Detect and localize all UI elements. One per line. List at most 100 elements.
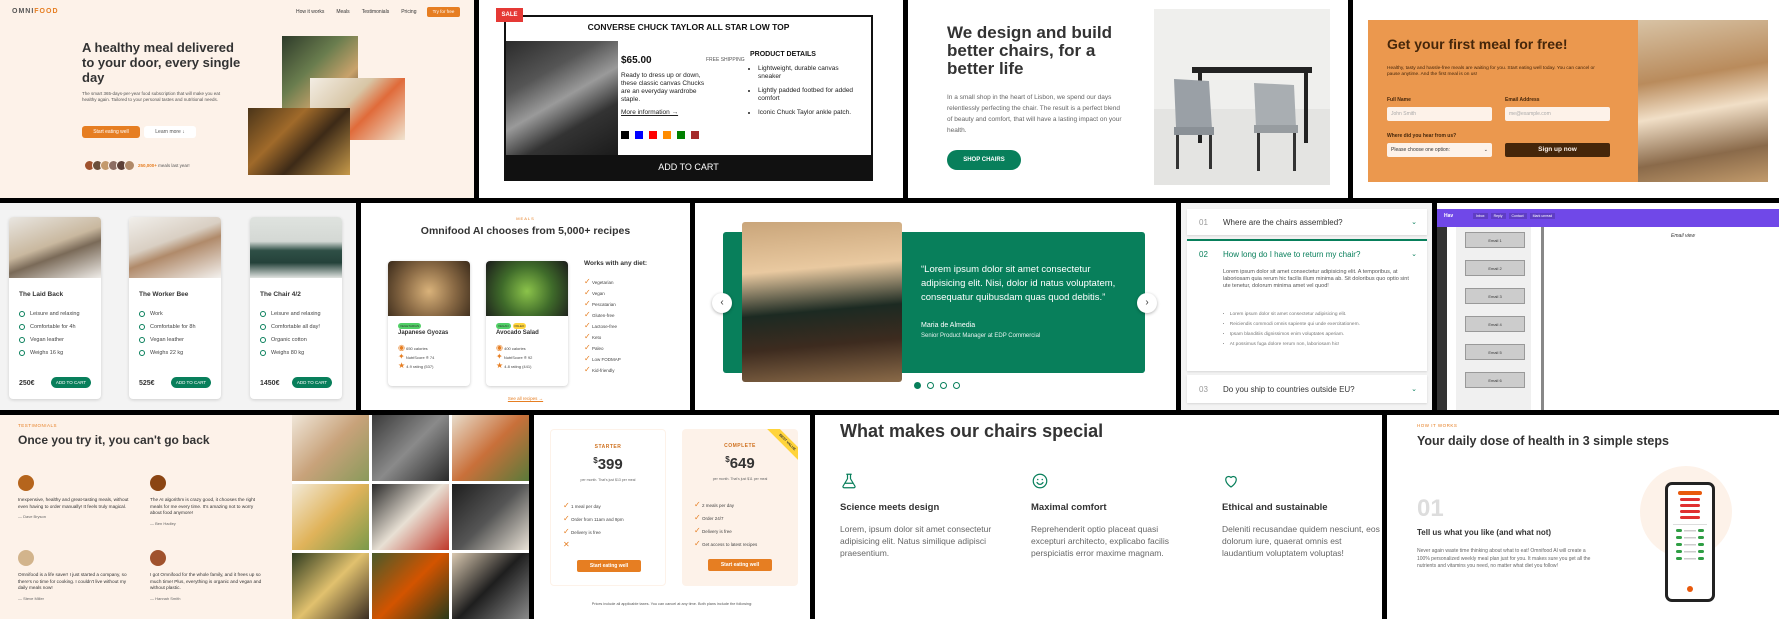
email-item[interactable]: Email 6	[1465, 372, 1525, 388]
feature-icon	[19, 310, 25, 317]
reply-button[interactable]: Reply	[1490, 213, 1506, 219]
swatch-orange[interactable]	[663, 131, 671, 139]
source-select[interactable]: Please choose one option: ⌄	[1387, 143, 1492, 157]
plan-feature: ✓ Get access to latest recipes	[694, 539, 757, 552]
feature-item: Work	[139, 307, 196, 320]
price-value: 649	[729, 455, 755, 472]
prev-slide-button[interactable]: ‹	[712, 293, 732, 313]
calories-stat: ◉ 400 calories	[496, 343, 532, 352]
swatch-black[interactable]	[621, 131, 629, 139]
see-all-recipes-link[interactable]: See all recipes →	[361, 396, 690, 401]
feature-item: Leisure and relaxing	[19, 307, 80, 320]
email-item[interactable]: Email 2	[1465, 260, 1525, 276]
add-to-cart-button[interactable]: ADD TO CART	[292, 377, 332, 388]
inbox-button[interactable]: Inbox	[1473, 213, 1488, 219]
restaurant-icon: ✦	[398, 352, 405, 361]
diet-label: Vegetarian	[591, 280, 614, 285]
next-slide-button[interactable]: ›	[1137, 293, 1157, 313]
slider-dot[interactable]	[927, 382, 934, 389]
slider-dot[interactable]	[940, 382, 947, 389]
stat-label: 650 calories	[406, 346, 428, 351]
gallery-image[interactable]	[452, 553, 529, 619]
logo-accent: FOOD	[34, 8, 59, 15]
full-name-input[interactable]: John Smith	[1387, 107, 1492, 121]
feature-column: Maximal comfort Reprehenderit optio plac…	[1031, 472, 1191, 559]
shop-chairs-button[interactable]: SHOP CHAIRS	[947, 150, 1021, 170]
email-item[interactable]: Email 5	[1465, 344, 1525, 360]
chair-name: The Chair 4/2	[260, 291, 301, 298]
checkmark-icon: ✓	[563, 514, 570, 523]
swatch-red[interactable]	[649, 131, 657, 139]
pricing-card-complete: BEST VALUE COMPLETE $649 per month. That…	[682, 429, 798, 586]
mark-unread-button[interactable]: Mark unread	[1529, 213, 1556, 219]
sign-up-button[interactable]: Sign up now	[1505, 143, 1610, 157]
section-tag: MEALS	[516, 216, 535, 221]
weight-icon	[260, 349, 266, 356]
chair-price: 525€	[139, 380, 155, 387]
bullet-item: At possimus fuga dolore rerum non, labor…	[1223, 340, 1413, 350]
nav-cta-button[interactable]: Try for free	[427, 7, 460, 17]
accordion-item[interactable]: 03 Do you ship to countries outside EU? …	[1187, 375, 1427, 403]
checkmark-icon: ✓	[584, 277, 591, 286]
product-card: CONVERSE CHUCK TAYLOR ALL STAR LOW TOP $…	[504, 15, 873, 181]
email-input[interactable]: me@example.com	[1505, 107, 1610, 121]
star-icon: ★	[398, 361, 406, 370]
feature-label: Weighs 16 kg	[30, 349, 64, 356]
start-eating-button[interactable]: Start eating well	[708, 559, 772, 571]
stat-label: 400 calories	[504, 346, 526, 351]
swatch-green[interactable]	[677, 131, 685, 139]
logo[interactable]: OMNIFOOD	[12, 8, 59, 15]
contact-button[interactable]: Contact	[1508, 213, 1527, 219]
email-item[interactable]: Email 4	[1465, 316, 1525, 332]
nav-pricing[interactable]: Pricing	[401, 9, 416, 15]
gallery-image[interactable]	[372, 484, 449, 550]
price-value: 399	[597, 456, 623, 473]
learn-more-button[interactable]: Learn more ↓	[144, 126, 196, 138]
checkmark-icon: ✓	[584, 299, 591, 308]
swatch-blue[interactable]	[635, 131, 643, 139]
feature-text: Lorem, ipsum dolor sit amet consectetur …	[840, 524, 992, 558]
start-eating-button[interactable]: Start eating well	[577, 560, 641, 572]
accordion-item-open[interactable]: 02 How long do I have to return my chair…	[1187, 239, 1427, 371]
accordion-item[interactable]: 01 Where are the chairs assembled? ⌄	[1187, 209, 1427, 235]
diet-label: Keto	[591, 335, 602, 340]
gallery-image[interactable]	[452, 484, 529, 550]
checkmark-icon: ✓	[584, 332, 591, 341]
more-info-link[interactable]: More information →	[621, 109, 678, 116]
gallery-image[interactable]	[372, 553, 449, 619]
slider-dot-active[interactable]	[914, 382, 921, 389]
gallery-image[interactable]	[372, 415, 449, 481]
chairs-hero-panel: We design and build better chairs, for a…	[908, 0, 1348, 198]
gallery-image[interactable]	[452, 415, 529, 481]
feature-label: Work	[150, 310, 163, 317]
checkmark-icon: ✓	[694, 513, 701, 522]
add-to-cart-button[interactable]: ADD TO CART	[171, 377, 211, 388]
pricing-note: Prices include all applicable taxes. You…	[591, 602, 753, 606]
nav-testimonials[interactable]: Testimonials	[362, 9, 390, 15]
add-to-cart-button[interactable]: ADD TO CART	[506, 155, 871, 179]
chair-name: The Worker Bee	[139, 291, 189, 298]
email-list-scrollbar[interactable]	[1541, 227, 1544, 410]
email-item[interactable]: Email 3	[1465, 288, 1525, 304]
feature-item: Leisure and relaxing	[260, 307, 321, 320]
nutriscore-stat: ✦ NutriScore ® 92	[496, 352, 532, 361]
nav-how-it-works[interactable]: How it works	[296, 9, 324, 15]
gallery-image[interactable]	[292, 553, 369, 619]
email-list: Email 1 Email 2 Email 3 Email 4 Email 5 …	[1456, 227, 1531, 410]
avatar	[18, 550, 34, 566]
add-to-cart-button[interactable]: ADD TO CART	[51, 377, 91, 388]
slider-dot[interactable]	[953, 382, 960, 389]
start-eating-button[interactable]: Start eating well	[82, 126, 140, 138]
chevron-down-icon: ⌄	[1411, 386, 1417, 393]
gallery-image[interactable]	[292, 484, 369, 550]
testimonial-name: — Ben Hadley	[150, 520, 176, 526]
diet-item: ✓ Pescatarian	[584, 299, 621, 310]
feature-icon	[139, 310, 145, 317]
gallery-image[interactable]	[292, 415, 369, 481]
step-text: Never again waste time thinking about wh…	[1417, 548, 1591, 569]
hero-meal-image	[248, 108, 350, 175]
hero-title: A healthy meal delivered to your door, e…	[82, 40, 241, 85]
swatch-brown[interactable]	[691, 131, 699, 139]
nav-meals[interactable]: Meals	[336, 9, 349, 15]
chair-card: The Worker Bee Work Comfortable for 8h V…	[129, 217, 221, 399]
